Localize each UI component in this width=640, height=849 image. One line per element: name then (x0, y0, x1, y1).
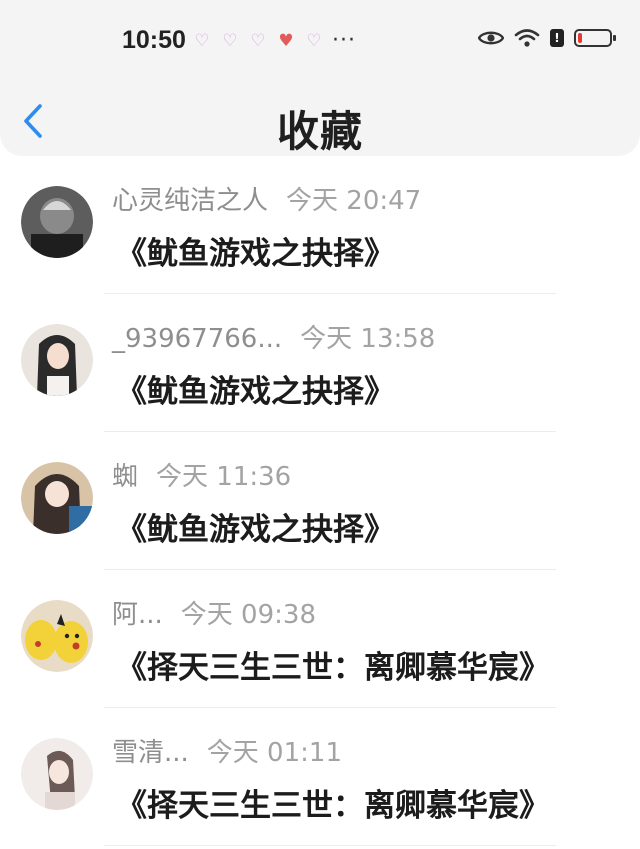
book-title[interactable]: 《择天三生三世：离卿慕华宸》 (116, 642, 550, 687)
eye-icon (478, 31, 504, 45)
heart-icon: ♡ (306, 31, 322, 51)
app-header: 10:50 ♡ ♡ ♡ ♥ ♡ ··· ! 收藏 (0, 0, 640, 156)
item-meta: _93967766... 今天 13:58 (112, 318, 435, 355)
heart-icon: ♡ (250, 31, 266, 51)
timestamp: 今天 01:11 (206, 738, 342, 768)
book-title[interactable]: 《鱿鱼游戏之抉择》 (116, 366, 395, 411)
status-time: 10:50 (122, 26, 186, 54)
item-meta: 雪清... 今天 01:11 (112, 732, 342, 769)
timestamp: 今天 09:38 (180, 600, 316, 630)
heart-icon: ♡ (222, 31, 238, 51)
timestamp: 今天 11:36 (156, 462, 292, 492)
battery-icon (574, 29, 616, 47)
list-item[interactable]: 蜘今天 11:36 《鱿鱼游戏之抉择》 (0, 432, 640, 570)
status-bar: 10:50 ♡ ♡ ♡ ♥ ♡ ··· ! (0, 0, 640, 84)
timestamp: 今天 20:47 (286, 186, 422, 216)
item-meta: 阿... 今天 09:38 (112, 594, 316, 631)
username: 蜘 (112, 462, 139, 492)
avatar[interactable] (21, 324, 93, 396)
avatar[interactable] (21, 462, 93, 534)
avatar[interactable] (21, 738, 93, 810)
username: 雪清... (112, 738, 189, 768)
page-title: 收藏 (276, 107, 363, 156)
book-title[interactable]: 《鱿鱼游戏之抉择》 (116, 504, 395, 549)
avatar[interactable] (21, 186, 93, 258)
list-item[interactable]: _93967766... 今天 13:58 《鱿鱼游戏之抉择》 (0, 294, 640, 432)
alert-icon: ! (550, 29, 564, 47)
list-item[interactable]: 心灵纯洁之人 今天 20:47 《鱿鱼游戏之抉择》 (0, 156, 640, 294)
list-item[interactable]: 雪清... 今天 01:11 《择天三生三世：离卿慕华宸》 (0, 708, 640, 846)
item-meta: 蜘今天 11:36 (112, 456, 291, 493)
heart-icon: ♡ (194, 31, 210, 51)
notification-icons: ♡ ♡ ♡ ♥ ♡ (192, 32, 324, 50)
book-title[interactable]: 《择天三生三世：离卿慕华宸》 (116, 780, 550, 825)
system-icons: ! (478, 28, 616, 48)
favorites-list: 心灵纯洁之人 今天 20:47 《鱿鱼游戏之抉择》 _93967766... 今天 … (0, 156, 640, 846)
wifi-icon (514, 29, 540, 47)
avatar[interactable] (21, 600, 93, 672)
more-notifications-icon: ··· (332, 28, 356, 53)
book-title[interactable]: 《鱿鱼游戏之抉择》 (116, 228, 395, 273)
divider (104, 845, 556, 846)
username: 心灵纯洁之人 (112, 186, 269, 216)
heart-icon: ♥ (278, 31, 294, 51)
username: _93967766... (112, 324, 283, 354)
list-item[interactable]: 阿... 今天 09:38 《择天三生三世：离卿慕华宸》 (0, 570, 640, 708)
username: 阿... (112, 600, 163, 630)
item-meta: 心灵纯洁之人 今天 20:47 (112, 180, 421, 217)
timestamp: 今天 13:58 (300, 324, 436, 354)
